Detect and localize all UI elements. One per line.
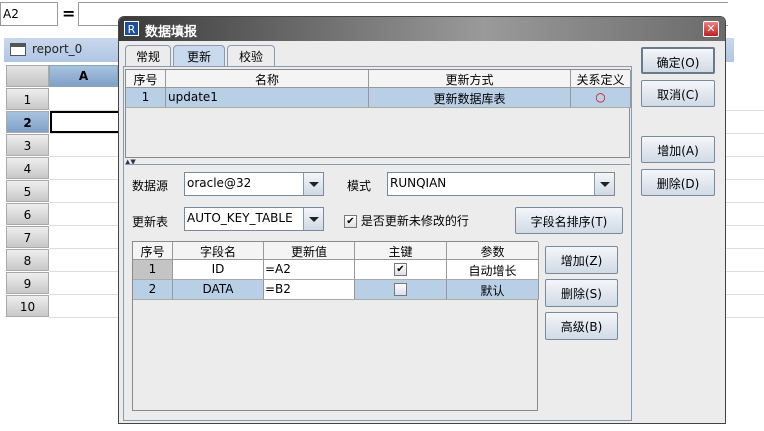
update-row-mode[interactable]: 更新数据库表 — [369, 88, 571, 108]
cancel-button[interactable]: 取消(C) — [641, 80, 715, 107]
splitter[interactable] — [125, 164, 630, 165]
datasource-value: oracle@32 — [187, 176, 252, 190]
field-row-param[interactable]: 默认 — [447, 280, 539, 300]
row-header[interactable]: 10 — [6, 295, 49, 317]
field-row-value[interactable]: =A2 — [264, 260, 355, 280]
row-header[interactable]: 4 — [6, 157, 49, 179]
sheet-title: report_0 — [32, 42, 83, 56]
row-header[interactable]: 7 — [6, 226, 49, 248]
header-no[interactable]: 序号 — [133, 242, 173, 260]
checkbox-unchecked-icon[interactable] — [394, 283, 407, 296]
schema-label: 模式 — [347, 179, 372, 193]
delete-field-button[interactable]: 删除(S) — [545, 279, 618, 307]
header-name[interactable]: 名称 — [166, 70, 369, 88]
field-row-key[interactable]: ✔ — [355, 260, 447, 280]
table-value: AUTO_KEY_TABLE — [187, 211, 293, 225]
update-row-name[interactable]: update1 — [166, 88, 369, 108]
column-header-a[interactable]: A — [49, 65, 118, 87]
row-header[interactable]: 5 — [6, 180, 49, 202]
field-row-no[interactable]: 2 — [133, 280, 173, 300]
tab-validate[interactable]: 校验 — [227, 45, 275, 66]
schema-value: RUNQIAN — [390, 176, 447, 190]
header-value[interactable]: 更新值 — [264, 242, 355, 260]
update-list-table: 序号 名称 更新方式 关系定义 1 update1 更新数据库表 ○ — [125, 69, 631, 158]
header-key[interactable]: 主键 — [355, 242, 447, 260]
datasource-combo[interactable]: oracle@32 — [184, 172, 324, 196]
checkbox-checked-icon[interactable]: ✔ — [344, 215, 357, 228]
app-logo-icon: R — [124, 21, 139, 36]
selected-cell[interactable] — [50, 111, 120, 133]
table-label: 更新表 — [132, 215, 169, 229]
tab-general[interactable]: 常规 — [125, 45, 171, 66]
field-row-key[interactable] — [355, 280, 447, 300]
window-icon — [10, 43, 26, 56]
chevron-down-icon[interactable] — [594, 173, 614, 195]
field-table: 序号 字段名 更新值 主键 参数 1 ID =A2 ✔ 自动增长 2 DATA … — [132, 241, 539, 411]
row-header[interactable]: 9 — [6, 272, 49, 294]
header-param[interactable]: 参数 — [447, 242, 539, 260]
cell-name-box[interactable]: A2 — [0, 2, 58, 26]
relation-circle-icon[interactable]: ○ — [571, 88, 631, 108]
ok-button[interactable]: 确定(O) — [641, 47, 715, 74]
advanced-button[interactable]: 高级(B) — [545, 312, 618, 340]
update-row-no[interactable]: 1 — [126, 88, 166, 108]
chevron-down-icon[interactable] — [303, 208, 323, 230]
delete-update-button[interactable]: 删除(D) — [641, 169, 715, 196]
dialog-title: 数据填报 — [119, 17, 725, 41]
checkbox-checked-icon[interactable]: ✔ — [394, 263, 407, 276]
sort-fields-button[interactable]: 字段名排序(T) — [515, 207, 623, 234]
field-value-editor[interactable]: =B2 — [264, 280, 355, 300]
header-mode[interactable]: 更新方式 — [369, 70, 571, 88]
row-header[interactable]: 6 — [6, 203, 49, 225]
row-header[interactable]: 3 — [6, 134, 49, 156]
update-unmodified-label: 是否更新未修改的行 — [360, 214, 469, 228]
data-fill-dialog: 数据填报 R ✕ 常规 更新 校验 序号 名称 更新方式 关系定义 1 upda… — [118, 16, 726, 424]
add-update-button[interactable]: 增加(A) — [641, 136, 715, 163]
row-header[interactable]: 1 — [6, 88, 49, 110]
datasource-label: 数据源 — [132, 179, 169, 193]
field-row-field[interactable]: ID — [173, 260, 264, 280]
update-unmodified-checkbox[interactable]: ✔ 是否更新未修改的行 — [344, 212, 469, 229]
row-header[interactable]: 8 — [6, 249, 49, 271]
close-icon[interactable]: ✕ — [703, 21, 719, 37]
header-no[interactable]: 序号 — [126, 70, 166, 88]
field-row-param[interactable]: 自动增长 — [447, 260, 539, 280]
table-combo[interactable]: AUTO_KEY_TABLE — [184, 207, 324, 231]
tab-update[interactable]: 更新 — [173, 45, 225, 67]
sheet-corner[interactable] — [6, 65, 49, 87]
field-row-field[interactable]: DATA — [173, 280, 264, 300]
header-field[interactable]: 字段名 — [173, 242, 264, 260]
add-field-button[interactable]: 增加(Z) — [545, 246, 618, 274]
formula-equals-icon: = — [62, 4, 76, 23]
chevron-down-icon[interactable] — [303, 173, 323, 195]
field-row-no[interactable]: 1 — [133, 260, 173, 280]
schema-combo[interactable]: RUNQIAN — [387, 172, 615, 196]
header-relation[interactable]: 关系定义 — [571, 70, 631, 88]
row-header[interactable]: 2 — [6, 111, 49, 133]
